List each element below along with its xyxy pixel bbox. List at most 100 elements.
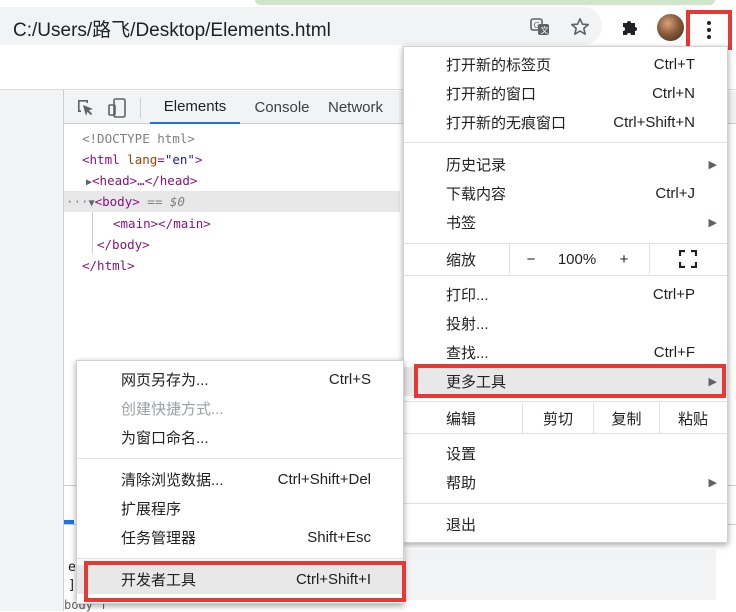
- menu-item-incognito[interactable]: 打开新的无痕窗口 Ctrl+Shift+N: [404, 108, 727, 137]
- menu-shortcut: Ctrl+N: [652, 85, 695, 102]
- body-tag: <body>: [94, 194, 140, 209]
- menu-separator: [77, 558, 403, 559]
- menu-item-downloads[interactable]: 下载内容 Ctrl+J: [404, 179, 727, 208]
- menu-item-new-tab[interactable]: 打开新的标签页 Ctrl+T: [404, 50, 727, 79]
- menu-label: 设置: [446, 446, 477, 463]
- menu-shortcut: Ctrl+Shift+N: [613, 114, 695, 131]
- chevron-right-icon: ▶: [708, 477, 717, 489]
- dom-head[interactable]: ▶<head>…</head>: [86, 173, 197, 188]
- device-toolbar-icon[interactable]: [107, 97, 129, 119]
- submenu-item-name-window[interactable]: 为窗口命名...: [77, 423, 403, 452]
- submenu-item-save-page[interactable]: 网页另存为... Ctrl+S: [77, 365, 403, 394]
- menu-label: 打开新的无痕窗口: [446, 115, 567, 132]
- tab-console[interactable]: Console: [244, 91, 320, 124]
- styles-pane: [405, 550, 716, 600]
- submenu-item-create-shortcut: 创建快捷方式...: [77, 394, 403, 423]
- cut-button[interactable]: 剪切: [523, 403, 593, 433]
- svg-text:文: 文: [541, 25, 549, 35]
- menu-label: 书签: [446, 215, 477, 232]
- menu-label: 创建快捷方式...: [121, 401, 224, 418]
- puzzle-icon[interactable]: [616, 13, 644, 41]
- submenu-item-extensions[interactable]: 扩展程序: [77, 494, 403, 523]
- menu-label: 任务管理器: [121, 530, 197, 547]
- menu-separator: [404, 401, 727, 402]
- menu-separator: [404, 433, 727, 434]
- menu-label: 退出: [446, 517, 477, 534]
- menu-shortcut: Ctrl+F: [653, 344, 695, 361]
- menu-label: 为窗口命名...: [121, 430, 209, 447]
- menu-shortcut: Ctrl+Shift+Del: [277, 471, 371, 488]
- zoom-separator: [509, 244, 510, 274]
- html-tag: <html: [82, 152, 120, 167]
- more-tools-highlight-box: [414, 364, 726, 398]
- fullscreen-icon[interactable]: [668, 244, 708, 274]
- indent-guide: [92, 212, 93, 254]
- menu-shortcut: Ctrl+T: [653, 56, 695, 73]
- translate-icon[interactable]: G文: [526, 13, 554, 41]
- zoom-in-button[interactable]: +: [608, 244, 640, 274]
- bookmark-star-icon[interactable]: [566, 13, 594, 41]
- tab-elements[interactable]: Elements: [150, 91, 240, 124]
- menu-item-cast[interactable]: 投射...: [404, 309, 727, 338]
- inspect-icon[interactable]: [75, 97, 97, 119]
- html-attr-value: "en": [164, 152, 195, 167]
- avatar[interactable]: [657, 14, 684, 41]
- menu-label: 查找...: [446, 345, 489, 362]
- dom-body-close[interactable]: </body>: [97, 237, 150, 252]
- menu-separator: [404, 142, 727, 143]
- menu-item-print[interactable]: 打印... Ctrl+P: [404, 280, 727, 309]
- menu-label: 投射...: [446, 316, 489, 333]
- dom-body-selected[interactable]: ···▼<body> == $0: [66, 194, 185, 209]
- menu-shortcut: Shift+Esc: [307, 529, 371, 546]
- paste-button[interactable]: 粘贴: [660, 403, 726, 433]
- dollar-zero: == $0: [147, 194, 185, 209]
- menu-separator: [404, 503, 727, 504]
- zoom-level: 100%: [557, 250, 597, 268]
- menu-shortcut: Ctrl+J: [655, 185, 695, 202]
- tab-network[interactable]: Network: [328, 91, 404, 124]
- chevron-right-icon: ▶: [708, 217, 717, 229]
- menu-item-history[interactable]: 历史记录 ▶: [404, 150, 727, 179]
- head-collapsed: <head>…</head>: [92, 173, 198, 188]
- menu-label: 网页另存为...: [121, 372, 209, 389]
- dom-main[interactable]: <main></main>: [113, 216, 211, 231]
- address-bar-url[interactable]: C:/Users/路飞/Desktop/Elements.html: [13, 15, 331, 42]
- html-close-bracket: >: [194, 152, 203, 167]
- equals-sign: =: [157, 152, 165, 167]
- menu-label: 编辑: [446, 410, 477, 428]
- developer-tools-highlight-box: [84, 561, 406, 602]
- menu-separator: [77, 458, 403, 459]
- menu-label: 帮助: [446, 475, 477, 492]
- menu-label: 缩放: [446, 251, 477, 269]
- menu-shortcut: Ctrl+P: [652, 286, 695, 303]
- menu-item-bookmarks[interactable]: 书签 ▶: [404, 208, 727, 237]
- menu-item-find[interactable]: 查找... Ctrl+F: [404, 338, 727, 367]
- menu-label: 扩展程序: [121, 501, 182, 518]
- menu-item-new-window[interactable]: 打开新的窗口 Ctrl+N: [404, 79, 727, 108]
- vertical-dots-icon[interactable]: [686, 10, 732, 50]
- menu-item-exit[interactable]: 退出: [404, 510, 727, 539]
- copy-button[interactable]: 复制: [594, 403, 659, 433]
- drawer-text: e: [68, 560, 76, 575]
- menu-label: 打开新的标签页: [446, 57, 552, 74]
- menu-label: 历史记录: [446, 157, 507, 174]
- tab-strip-accent: [255, 0, 715, 5]
- devtools-separator: [140, 98, 141, 118]
- html-attr: lang: [127, 152, 158, 167]
- menu-item-settings[interactable]: 设置: [404, 439, 727, 468]
- dom-doctype[interactable]: <!DOCTYPE html>: [82, 131, 195, 146]
- dom-html-open[interactable]: <html lang="en">: [82, 152, 202, 167]
- submenu-item-clear-data[interactable]: 清除浏览数据... Ctrl+Shift+Del: [77, 465, 403, 494]
- zoom-separator: [649, 244, 650, 274]
- menu-item-help[interactable]: 帮助 ▶: [404, 468, 727, 497]
- menu-label: 打开新的窗口: [446, 86, 537, 103]
- menu-label: 清除浏览数据...: [121, 472, 224, 489]
- submenu-item-task-manager[interactable]: 任务管理器 Shift+Esc: [77, 523, 403, 552]
- dom-html-close[interactable]: </html>: [82, 258, 135, 273]
- menu-label: 打印...: [446, 287, 489, 304]
- zoom-out-button[interactable]: −: [515, 244, 547, 274]
- menu-shortcut: Ctrl+S: [328, 371, 371, 388]
- menu-label: 下载内容: [446, 186, 507, 203]
- node-dots[interactable]: ···: [66, 194, 89, 209]
- chevron-right-icon: ▶: [708, 159, 717, 171]
